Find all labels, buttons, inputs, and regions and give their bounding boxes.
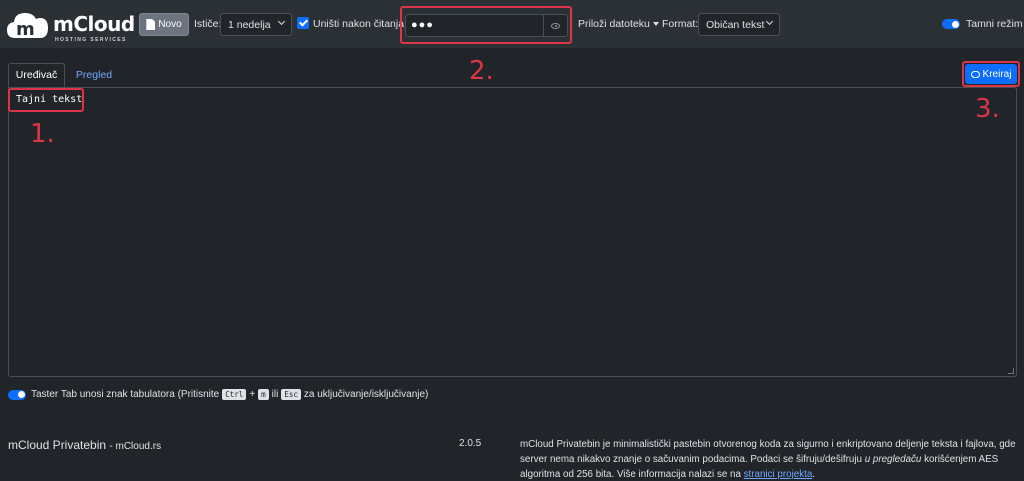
- format-select[interactable]: Običan tekst: [698, 13, 780, 36]
- expires-label: Ističe:: [194, 18, 222, 30]
- format-label: Format:: [662, 18, 699, 30]
- brand-tagline: HOSTING SERVICES: [55, 37, 127, 43]
- mcloud-logo[interactable]: m mCloud HOSTING SERVICES: [7, 8, 135, 43]
- footer-desc-emph: u pregledaču: [864, 454, 922, 465]
- footer-app-name: mCloud Privatebin - mCloud.rs: [8, 438, 161, 452]
- footer-site: - mCloud.rs: [109, 441, 162, 452]
- chevron-down-icon: [765, 17, 774, 26]
- attach-file-label: Priloži datoteku: [578, 18, 650, 30]
- footer-version: 2.0.5: [459, 438, 482, 449]
- dark-mode-label: Tamni režim: [966, 18, 1023, 30]
- kbd-esc: Esc: [281, 389, 301, 400]
- chevron-down-icon: [277, 17, 286, 26]
- resize-handle[interactable]: [1008, 368, 1014, 374]
- cloud-logo-icon: m: [7, 13, 48, 40]
- paste-textarea[interactable]: Tajni tekst: [8, 87, 1017, 377]
- tab-key-toggle[interactable]: [8, 389, 26, 400]
- kbd-or: ili: [271, 389, 279, 400]
- kbd-plus: +: [249, 389, 256, 400]
- expires-select[interactable]: 1 nedelja: [220, 13, 292, 36]
- footer-app-title: mCloud Privatebin: [8, 438, 107, 452]
- tab-preview[interactable]: Pregled: [72, 63, 116, 87]
- annotation-number-2: 2.: [469, 56, 494, 86]
- logo-letter: m: [16, 19, 35, 40]
- format-value: Običan tekst: [706, 18, 765, 31]
- attach-file-dropdown[interactable]: Priloži datoteku: [578, 18, 659, 30]
- brand-name: mCloud: [53, 12, 135, 36]
- annotation-box-2: [400, 6, 572, 44]
- tab-key-text-after: za uključivanje/isključivanje): [303, 389, 429, 400]
- tab-key-notice: Taster Tab unosi znak tabulatora (Pritis…: [8, 389, 428, 400]
- tab-editor-label: Uređivač: [15, 69, 58, 81]
- annotation-box-3: [962, 61, 1020, 87]
- caret-down-icon: [652, 22, 659, 27]
- project-page-link[interactable]: stranici projekta: [744, 469, 813, 480]
- footer-description: mCloud Privatebin je minimalistički past…: [520, 437, 1018, 481]
- kbd-ctrl: Ctrl: [222, 389, 247, 400]
- kbd-m: m: [258, 389, 269, 400]
- annotation-box-1: [8, 88, 84, 112]
- footer-desc-end: .: [812, 469, 815, 480]
- tab-key-text-before: Taster Tab unosi znak tabulatora (Pritis…: [31, 389, 220, 400]
- tab-preview-label: Pregled: [75, 69, 113, 81]
- new-paste-label: Novo: [158, 19, 182, 30]
- new-paste-button[interactable]: Novo: [139, 13, 189, 36]
- file-icon: [146, 19, 156, 30]
- burn-after-reading-label[interactable]: Uništi nakon čitanja: [313, 18, 404, 30]
- tab-editor[interactable]: Uređivač: [8, 63, 65, 87]
- expires-value: 1 nedelja: [228, 18, 271, 31]
- burn-after-reading-checkbox[interactable]: [297, 17, 309, 29]
- annotation-number-3: 3.: [975, 94, 1000, 124]
- dark-mode-toggle[interactable]: [942, 19, 960, 29]
- annotation-number-1: 1.: [30, 119, 55, 149]
